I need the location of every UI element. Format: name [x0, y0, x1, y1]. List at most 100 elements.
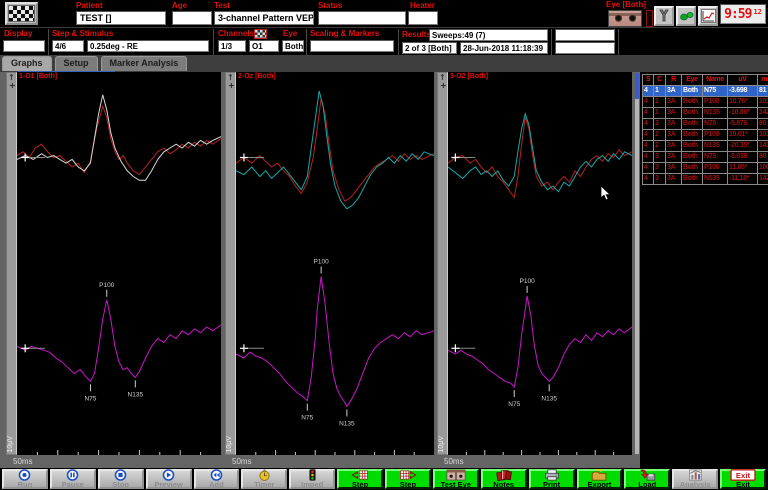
waveform-plot[interactable]: 2-Oz [Both] N75 P100 N135 — [235, 72, 435, 455]
table-row-6-cell[interactable]: 2 — [654, 141, 666, 152]
table-row-9-cell[interactable]: 3 — [654, 174, 666, 185]
table-row-3-cell[interactable]: N135 — [703, 108, 728, 119]
pattern-stimulus-icon[interactable] — [5, 2, 38, 25]
table-row-5-cell[interactable]: 4 — [643, 130, 654, 141]
table-row-4-cell[interactable]: Both — [682, 119, 703, 130]
test-eye-button[interactable]: Test Eye — [432, 469, 479, 489]
age-field[interactable] — [172, 11, 212, 25]
tab-graphs[interactable]: Graphs — [2, 56, 52, 71]
table-row-6-cell[interactable]: 3A — [666, 141, 682, 152]
table-row-9-cell[interactable]: 3A — [666, 174, 682, 185]
table-row-2-cell[interactable]: 101 — [758, 97, 768, 108]
table-row-3-cell[interactable]: Both — [682, 108, 703, 119]
table-row-4-cell[interactable]: 4 — [643, 119, 654, 130]
table-row-5-cell[interactable]: P100 — [703, 130, 728, 141]
table-row-4-cell[interactable]: -5.876 — [728, 119, 758, 130]
scale-plus-icon[interactable]: + — [9, 81, 16, 90]
table-row-2-cell[interactable]: 4 — [643, 97, 654, 108]
channel-pattern-icon[interactable] — [254, 29, 267, 39]
table-row-4-cell[interactable]: 3A — [666, 119, 682, 130]
tab-setup[interactable]: Setup — [54, 56, 98, 71]
timer-button[interactable]: Timer — [241, 469, 288, 489]
table-row-3-cell[interactable]: 3A — [666, 108, 682, 119]
table-row-2-cell[interactable]: 10.76* — [728, 97, 758, 108]
waveform-plot[interactable]: 1-O1 [Both] N75 P100 N135 — [16, 72, 222, 455]
table-row-7-cell[interactable]: Both — [682, 152, 703, 163]
table-row-5-cell[interactable]: 19.01* — [728, 130, 758, 141]
table-row-1-cell[interactable]: 4 — [643, 86, 654, 97]
test-field[interactable]: 3-channel Pattern VEP — [214, 11, 314, 25]
scale-plus-icon[interactable]: + — [440, 81, 447, 90]
table-row-6-cell[interactable]: 4 — [643, 141, 654, 152]
table-row-8-cell[interactable]: Both — [682, 163, 703, 174]
table-row-8-cell[interactable]: 3 — [654, 163, 666, 174]
load-button[interactable]: Load — [624, 469, 671, 489]
table-row-5-cell[interactable]: 2 — [654, 130, 666, 141]
table-row-7-cell[interactable]: N75 — [703, 152, 728, 163]
table-row-7-cell[interactable]: -3.038 — [728, 152, 758, 163]
table-row-6-cell[interactable]: -20.35* — [728, 141, 758, 152]
scaling-field[interactable] — [310, 40, 394, 52]
table-row-1-cell[interactable]: Both — [682, 86, 703, 97]
table-row-4-cell[interactable]: 80 — [758, 119, 768, 130]
stimulus-field[interactable]: 0.25deg - RE — [87, 40, 209, 52]
table-row-4-cell[interactable]: N75 — [703, 119, 728, 130]
table-row-5-cell[interactable]: Both — [682, 130, 703, 141]
exit-button[interactable]: Exit Exit — [720, 469, 766, 489]
imped-button[interactable]: Imped — [289, 469, 336, 489]
table-row-3-cell[interactable]: 142 — [758, 108, 768, 119]
run-button[interactable]: Run — [2, 469, 48, 489]
table-row-9-cell[interactable]: N135 — [703, 174, 728, 185]
table-row-6-cell[interactable]: 143 — [758, 141, 768, 152]
table-row-2-cell[interactable]: 1 — [654, 97, 666, 108]
table-row-6-cell[interactable]: N135 — [703, 141, 728, 152]
step-field[interactable]: 4/6 — [52, 40, 84, 52]
add-button[interactable]: Add — [193, 469, 240, 489]
table-splitter-scrollbar[interactable] — [634, 72, 640, 455]
table-row-5-cell[interactable]: 101 — [758, 130, 768, 141]
table-row-3-cell[interactable]: 4 — [643, 108, 654, 119]
scrollbar-thumb[interactable] — [635, 73, 639, 99]
table-row-6-cell[interactable]: Both — [682, 141, 703, 152]
table-row-2-cell[interactable]: P100 — [703, 97, 728, 108]
heater-field[interactable] — [408, 11, 438, 25]
table-row-7-cell[interactable]: 80 — [758, 152, 768, 163]
notes-button[interactable]: Notes — [480, 469, 527, 489]
channel-name-field[interactable]: O1 — [249, 40, 279, 52]
trend-chart-icon[interactable] — [698, 6, 718, 26]
aux-field-1[interactable] — [555, 29, 615, 41]
analysis-button[interactable]: Analysis — [672, 469, 719, 489]
display-field[interactable] — [3, 40, 45, 52]
goggles-icon[interactable] — [676, 6, 696, 26]
headset-icon[interactable] — [654, 6, 674, 26]
table-row-2-cell[interactable]: Both — [682, 97, 703, 108]
table-row-8-cell[interactable]: P100 — [703, 163, 728, 174]
waveform-plot[interactable]: 3-O2 [Both] N75 P100 N135 — [447, 72, 633, 455]
stop-button[interactable]: Stop — [97, 469, 144, 489]
table-row-7-cell[interactable]: 3 — [654, 152, 666, 163]
table-row-9-cell[interactable]: Both — [682, 174, 703, 185]
preview-button[interactable]: Preview — [145, 469, 192, 489]
table-row-8-cell[interactable]: 4 — [643, 163, 654, 174]
scale-plus-icon[interactable]: + — [228, 81, 235, 90]
table-row-1-cell[interactable]: -3.698 — [728, 86, 758, 97]
step-button-back[interactable]: Step — [337, 469, 383, 489]
table-row-8-cell[interactable]: 11.05* — [728, 163, 758, 174]
table-row-7-cell[interactable]: 3A — [666, 152, 682, 163]
table-row-4-cell[interactable]: 2 — [654, 119, 666, 130]
table-row-3-cell[interactable]: -10.86* — [728, 108, 758, 119]
aux-field-2[interactable] — [555, 42, 615, 54]
table-row-8-cell[interactable]: 100 — [758, 163, 768, 174]
table-row-1-cell[interactable]: N75 — [703, 86, 728, 97]
table-row-5-cell[interactable]: 3A — [666, 130, 682, 141]
tab-marker-analysis[interactable]: Marker Analysis — [100, 56, 188, 71]
table-row-1-cell[interactable]: 1 — [654, 86, 666, 97]
step-button-forward[interactable]: Step — [385, 469, 431, 489]
table-row-1-cell[interactable]: 81 — [758, 86, 768, 97]
table-row-9-cell[interactable]: -11.18* — [728, 174, 758, 185]
panel-scale-gutter[interactable]: ↑ +10µV — [437, 72, 448, 455]
patient-field[interactable]: TEST [] — [76, 11, 166, 25]
table-row-9-cell[interactable]: 142 — [758, 174, 768, 185]
status-field[interactable] — [318, 11, 406, 25]
table-row-8-cell[interactable]: 3A — [666, 163, 682, 174]
